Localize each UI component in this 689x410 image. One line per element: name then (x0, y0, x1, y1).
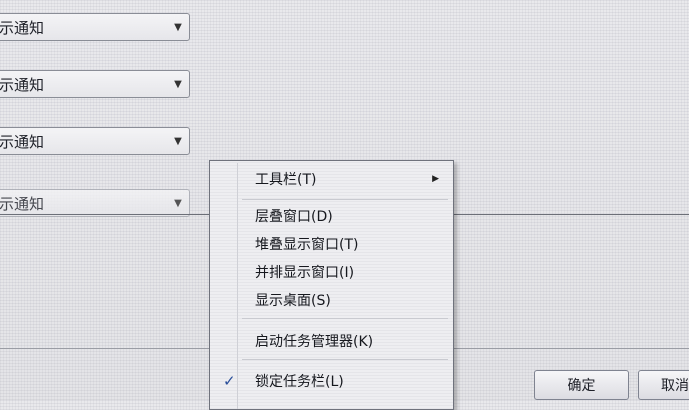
notification-dropdown-3[interactable]: 示通知 ▼ (0, 127, 190, 155)
menu-item-toolbars[interactable]: 工具栏(T) ▶ (210, 166, 453, 192)
menu-separator (242, 199, 448, 200)
menu-item-label: 启动任务管理器(K) (255, 334, 374, 350)
menu-item-stack-windows[interactable]: 堆叠显示窗口(T) (210, 231, 453, 257)
notification-dropdown-4[interactable]: 示通知 ▼ (0, 189, 190, 217)
menu-separator (242, 318, 448, 319)
chevron-down-icon[interactable]: ▼ (167, 79, 189, 90)
ok-button[interactable]: 确定 (534, 370, 629, 400)
menu-item-lock-taskbar[interactable]: ✓ 锁定任务栏(L) (210, 368, 453, 394)
chevron-down-icon[interactable]: ▼ (167, 22, 189, 33)
notification-dropdown-1[interactable]: 示通知 ▼ (0, 13, 190, 41)
menu-item-label: 锁定任务栏(L) (255, 374, 344, 390)
checkmark-icon: ✓ (223, 372, 236, 390)
menu-item-label: 层叠窗口(D) (255, 209, 333, 225)
menu-item-label: 工具栏(T) (255, 172, 317, 188)
dropdown-value: 示通知 (0, 18, 45, 37)
taskbar-context-menu: 工具栏(T) ▶ 层叠窗口(D) 堆叠显示窗口(T) 并排显示窗口(I) 显示桌… (209, 160, 454, 410)
chevron-down-icon[interactable]: ▼ (167, 198, 189, 209)
dropdown-value: 示通知 (0, 75, 45, 94)
menu-separator (242, 359, 448, 360)
notification-dropdown-2[interactable]: 示通知 ▼ (0, 70, 190, 98)
menu-item-task-manager[interactable]: 启动任务管理器(K) (210, 328, 453, 354)
chevron-down-icon[interactable]: ▼ (167, 136, 189, 147)
menu-item-show-desktop[interactable]: 显示桌面(S) (210, 287, 453, 313)
menu-item-label: 堆叠显示窗口(T) (255, 237, 359, 253)
menu-item-label: 显示桌面(S) (255, 293, 331, 309)
menu-item-side-by-side-windows[interactable]: 并排显示窗口(I) (210, 259, 453, 285)
dropdown-value: 示通知 (0, 194, 45, 213)
submenu-arrow-icon: ▶ (432, 174, 439, 184)
menu-item-label: 并排显示窗口(I) (255, 265, 355, 281)
cancel-button[interactable]: 取消 (638, 370, 689, 400)
dropdown-value: 示通知 (0, 132, 45, 151)
menu-item-cascade-windows[interactable]: 层叠窗口(D) (210, 203, 453, 229)
